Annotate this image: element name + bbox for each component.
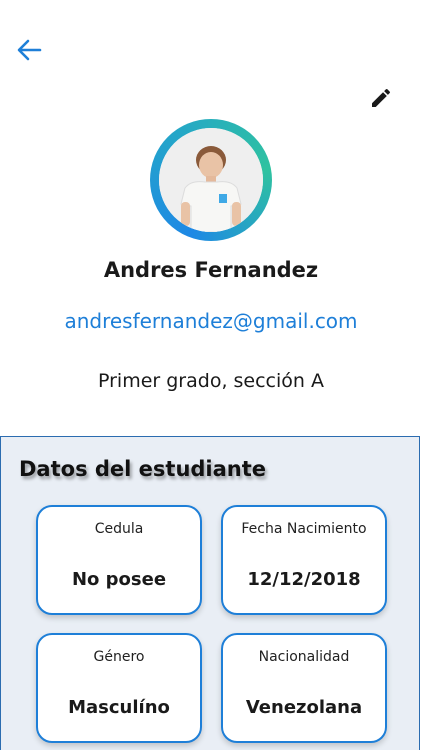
panel-title: Datos del estudiante [19, 457, 267, 481]
card-fecha-nacimiento: Fecha Nacimiento 12/12/2018 [221, 505, 387, 615]
pencil-icon [372, 88, 391, 107]
card-nacionalidad: Nacionalidad Venezolana [221, 633, 387, 743]
card-value: Masculíno [68, 697, 170, 718]
card-value: Venezolana [245, 697, 363, 718]
student-email-link[interactable]: andresfernandez@gmail.com [0, 309, 422, 333]
arrow-left-icon [17, 39, 42, 61]
student-profile-screen: Andres Fernandez andresfernandez@gmail.c… [0, 0, 422, 750]
student-data-panel: Datos del estudiante Cedula No posee Fec… [0, 436, 420, 750]
card-genero: Género Masculíno [36, 633, 202, 743]
card-value: 12/12/2018 [247, 569, 361, 590]
student-name: Andres Fernandez [103, 258, 319, 282]
card-cedula: Cedula No posee [36, 505, 202, 615]
card-label: Nacionalidad [258, 649, 350, 665]
avatar [159, 128, 263, 232]
student-photo [159, 128, 263, 232]
edit-button[interactable] [369, 86, 393, 110]
card-label: Género [93, 649, 145, 665]
card-label: Cedula [94, 521, 144, 537]
student-grade: Primer grado, sección A [97, 370, 324, 392]
avatar-ring [150, 119, 272, 241]
back-button[interactable] [14, 36, 44, 64]
card-label: Fecha Nacimiento [241, 521, 367, 537]
card-value: No posee [71, 569, 167, 590]
